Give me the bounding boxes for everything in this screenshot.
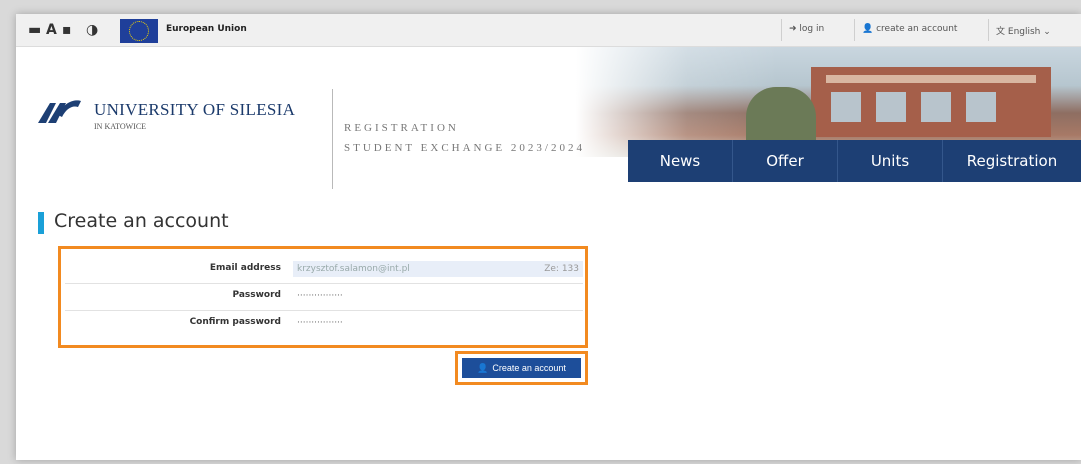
- university-name[interactable]: UNIVERSITY OF SILESIA: [94, 100, 295, 120]
- nav-units[interactable]: Units: [838, 140, 943, 182]
- submit-highlight: 👤 Create an account: [455, 351, 588, 385]
- account-form: Email address krzysztof.salamon@int.pl Z…: [58, 246, 588, 348]
- login-link[interactable]: ➜ log in: [789, 24, 824, 34]
- language-icon: 文: [996, 27, 1006, 37]
- create-account-link[interactable]: 👤 create an account: [862, 24, 957, 34]
- password-field[interactable]: ················: [293, 288, 583, 304]
- browser-frame: ▬ A ▪ ◑ European Union ➜ log in 👤 create…: [16, 14, 1081, 460]
- eu-label: European Union: [166, 24, 247, 34]
- confirm-password-label: Confirm password: [189, 317, 281, 327]
- email-label: Email address: [209, 263, 281, 273]
- chevron-down-icon: ⌄: [1043, 27, 1051, 37]
- user-plus-icon: 👤: [477, 362, 489, 373]
- confirm-password-row: Confirm password ················: [61, 313, 585, 335]
- main-nav: News Offer Units Registration: [628, 140, 1081, 182]
- title-accent: [38, 212, 44, 234]
- registration-title: REGISTRATION: [344, 122, 459, 134]
- university-logo-icon: [38, 100, 81, 123]
- page-title: Create an account: [54, 210, 229, 232]
- eu-flag-icon: [120, 19, 158, 43]
- confirm-password-field[interactable]: ················: [293, 315, 583, 331]
- registration-subtitle: STUDENT EXCHANGE 2023/2024: [344, 142, 585, 154]
- university-subtitle: IN KATOWICE: [94, 122, 147, 131]
- password-label: Password: [232, 290, 281, 300]
- font-size-icon[interactable]: A: [46, 22, 57, 38]
- email-field[interactable]: krzysztof.salamon@int.pl Ze: 133: [293, 261, 583, 277]
- top-utility-bar: ▬ A ▪ ◑ European Union ➜ log in 👤 create…: [16, 14, 1081, 47]
- password-row: Password ················: [61, 286, 585, 308]
- nav-registration[interactable]: Registration: [943, 140, 1081, 182]
- nav-news[interactable]: News: [628, 140, 733, 182]
- login-icon: ➜: [789, 24, 797, 34]
- nav-offer[interactable]: Offer: [733, 140, 838, 182]
- create-account-button[interactable]: 👤 Create an account: [462, 358, 581, 378]
- language-selector[interactable]: 文 English ⌄: [996, 24, 1051, 37]
- user-plus-icon: 👤: [862, 24, 874, 34]
- contrast-bar-icon[interactable]: ▬: [28, 22, 41, 38]
- contrast-icon[interactable]: ◑: [86, 22, 98, 38]
- font-small-icon[interactable]: ▪: [62, 22, 72, 38]
- header-divider: [332, 89, 333, 189]
- email-row: Email address krzysztof.salamon@int.pl Z…: [61, 259, 585, 281]
